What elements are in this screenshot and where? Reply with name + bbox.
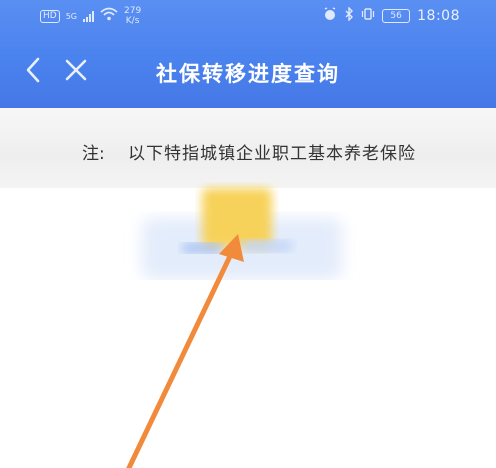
app-header: HD 5G 279 K/s 56 18:08 社保转移进度查询 xyxy=(0,0,496,108)
status-left: HD 5G 279 K/s xyxy=(40,6,141,26)
bluetooth-icon xyxy=(344,6,354,25)
status-bar: HD 5G 279 K/s 56 18:08 xyxy=(0,0,496,36)
alarm-icon xyxy=(323,7,337,25)
page-title: 社保转移进度查询 xyxy=(156,61,340,86)
nav-bar: 社保转移进度查询 xyxy=(0,40,496,104)
signal-icon xyxy=(83,10,94,22)
net-speed-unit: K/s xyxy=(125,16,140,26)
vibrate-icon xyxy=(361,7,375,25)
hd-badge: HD xyxy=(40,9,60,23)
net-speed-value: 279 xyxy=(124,6,142,16)
folder-illustration xyxy=(142,188,342,280)
note-label: 注: xyxy=(82,144,105,164)
net-speed: 279 K/s xyxy=(124,6,141,26)
clock: 18:08 xyxy=(417,8,460,24)
network-type: 5G xyxy=(65,11,77,21)
wifi-icon xyxy=(100,7,118,25)
battery-indicator: 56 xyxy=(382,9,411,23)
status-right: 56 18:08 xyxy=(323,6,460,25)
